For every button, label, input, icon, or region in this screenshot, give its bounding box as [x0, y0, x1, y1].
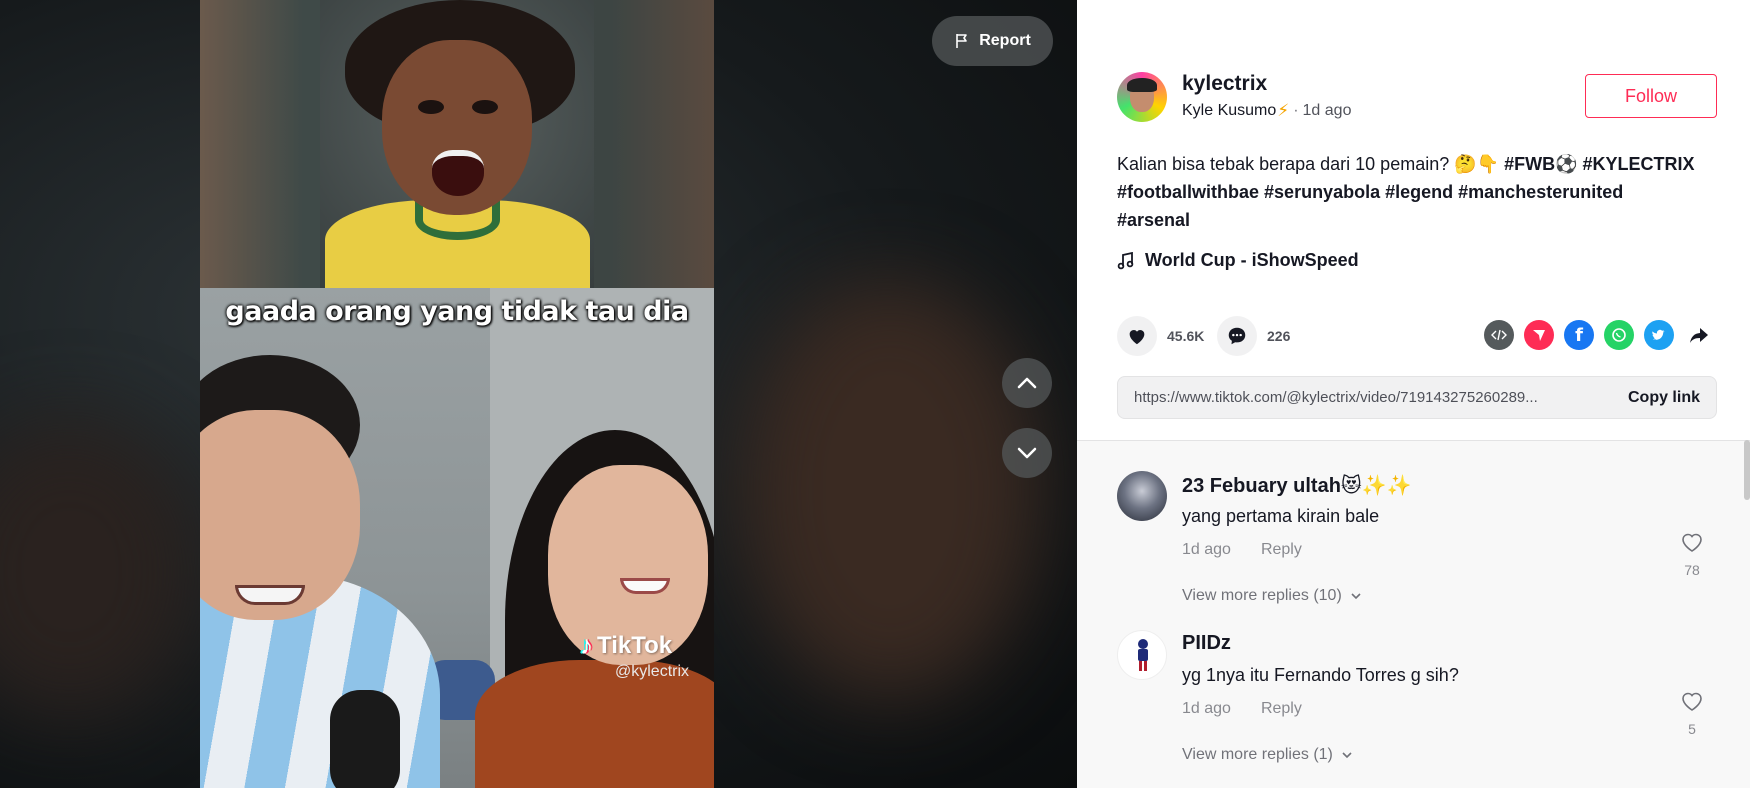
tiktok-logo-icon: ♪: [580, 630, 593, 660]
background-blur: [740, 280, 1040, 700]
report-button[interactable]: Report: [932, 16, 1053, 66]
next-video-button[interactable]: [1002, 428, 1052, 478]
copy-link-box: https://www.tiktok.com/@kylectrix/video/…: [1117, 376, 1717, 419]
microphone: [330, 690, 400, 788]
scrollbar[interactable]: [1744, 440, 1750, 500]
comment-text: yang pertama kirain bale: [1182, 506, 1380, 526]
hashtag-link[interactable]: #serunyabola: [1264, 182, 1380, 202]
author-username[interactable]: kylectrix: [1182, 72, 1267, 96]
comment-count: 226: [1267, 328, 1291, 344]
chevron-down-icon: [1017, 447, 1037, 459]
comment-time: 1d ago: [1182, 541, 1231, 558]
details-panel: kylectrix Kyle Kusumo ⚡ · 1d ago Follow …: [1077, 0, 1750, 788]
commenter-name[interactable]: 23 Febuary ultah😻✨✨: [1182, 473, 1412, 498]
music-title: World Cup - iShowSpeed: [1145, 250, 1359, 270]
comment-icon: [1228, 327, 1246, 345]
commenter-avatar[interactable]: [1117, 471, 1167, 521]
copy-link-button[interactable]: Copy link: [1628, 389, 1700, 407]
view-more-replies[interactable]: View more replies (10): [1182, 587, 1362, 605]
hashtag-link[interactable]: #footballwithbae: [1117, 182, 1259, 202]
previous-video-button[interactable]: [1002, 358, 1052, 408]
comment-time: 1d ago: [1182, 700, 1231, 717]
reply-button[interactable]: Reply: [1261, 700, 1302, 718]
music-link[interactable]: World Cup - iShowSpeed: [1117, 250, 1359, 271]
comment-button[interactable]: [1217, 316, 1257, 356]
chevron-down-icon: [1351, 593, 1361, 600]
hashtag-link[interactable]: #KYLECTRIX: [1583, 154, 1695, 174]
author-nickname[interactable]: Kyle Kusumo: [1182, 102, 1276, 120]
twitter-icon[interactable]: [1644, 320, 1674, 350]
video-description: Kalian bisa tebak berapa dari 10 pemain?…: [1117, 154, 1695, 230]
video-player-area[interactable]: gaada orang yang tidak tau dia ♪ TikTok …: [0, 0, 1077, 788]
background-blur: [0, 420, 200, 720]
share-arrow-icon[interactable]: [1684, 320, 1714, 350]
author-avatar[interactable]: [1117, 72, 1167, 122]
chevron-down-icon: [1342, 752, 1352, 759]
flag-icon: [956, 34, 968, 48]
facebook-icon[interactable]: f: [1564, 320, 1594, 350]
heart-icon: [1129, 330, 1145, 345]
comment-like-count: 78: [1684, 562, 1700, 578]
music-note-icon: [1117, 251, 1134, 269]
comment-list: 23 Febuary ultah😻✨✨ yang pertama kirain …: [1077, 440, 1750, 788]
video-url[interactable]: https://www.tiktok.com/@kylectrix/video/…: [1134, 389, 1614, 406]
tiktok-watermark: ♪ TikTok @kylectrix: [580, 630, 690, 680]
video-caption: gaada orang yang tidak tau dia: [225, 296, 689, 327]
comment-action[interactable]: 226: [1217, 316, 1290, 356]
author-subtitle: Kyle Kusumo ⚡ · 1d ago: [1182, 101, 1352, 120]
reply-button[interactable]: Reply: [1261, 541, 1302, 559]
commenter-avatar[interactable]: [1117, 630, 1167, 680]
commenter-name[interactable]: PIIDz: [1182, 632, 1231, 655]
hashtag-link[interactable]: #arsenal: [1117, 210, 1190, 230]
embed-icon[interactable]: [1484, 320, 1514, 350]
comment-like[interactable]: 5: [1677, 690, 1707, 737]
video-top-image: [200, 0, 714, 300]
like-button[interactable]: [1117, 316, 1157, 356]
comment-like-count: 5: [1688, 721, 1696, 737]
share-icons: f: [1484, 320, 1714, 350]
heart-outline-icon: [1682, 533, 1702, 552]
comment-like[interactable]: 78: [1677, 531, 1707, 578]
like-count: 45.6K: [1167, 328, 1205, 344]
video-info: kylectrix Kyle Kusumo ⚡ · 1d ago Follow …: [1077, 0, 1750, 440]
comment-text: yg 1nya itu Fernando Torres g sih?: [1182, 665, 1459, 685]
whatsapp-icon[interactable]: [1604, 320, 1634, 350]
like-action[interactable]: 45.6K: [1117, 316, 1204, 356]
send-icon[interactable]: [1524, 320, 1554, 350]
hashtag-link[interactable]: #legend: [1385, 182, 1453, 202]
hashtag-link[interactable]: #manchesterunited: [1458, 182, 1623, 202]
follow-button[interactable]: Follow: [1585, 74, 1717, 118]
view-more-replies[interactable]: View more replies (1): [1182, 746, 1353, 764]
lightning-emoji: ⚡: [1277, 101, 1290, 120]
heart-outline-icon: [1682, 692, 1702, 711]
chevron-up-icon: [1017, 377, 1037, 389]
hashtag-link[interactable]: #FWB⚽: [1504, 154, 1577, 174]
post-time: 1d ago: [1302, 102, 1352, 119]
